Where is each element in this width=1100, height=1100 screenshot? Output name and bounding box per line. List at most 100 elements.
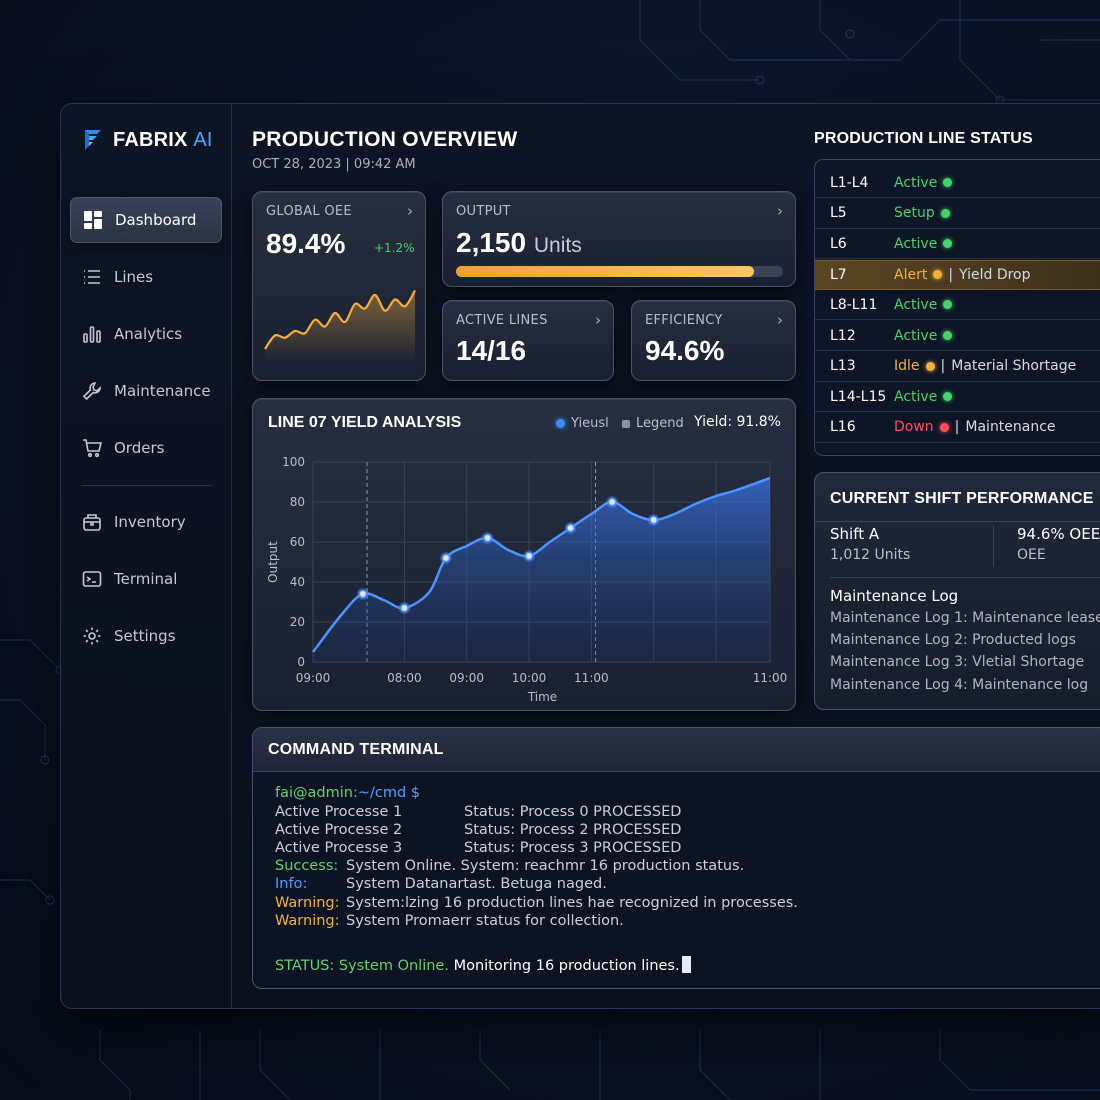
sidebar-item-lines[interactable]: Lines xyxy=(70,254,222,300)
status-row[interactable]: L6 Active xyxy=(815,229,1100,260)
chevron-right-icon[interactable]: › xyxy=(777,311,783,329)
list-icon xyxy=(84,270,100,284)
status-dot-icon xyxy=(940,208,950,218)
status-row[interactable]: L8-L11 Active xyxy=(815,290,1100,321)
terminal-prompt: fai@admin:~/cmd $ xyxy=(275,785,421,801)
page-title: PRODUCTION OVERVIEW xyxy=(252,128,518,151)
cart-icon xyxy=(83,439,102,458)
terminal-log-tag: Success: xyxy=(275,858,339,874)
maintenance-log-item[interactable]: Maintenance Log 2: Producted logs xyxy=(830,632,1076,648)
line-id: L16 xyxy=(830,419,856,436)
terminal-icon xyxy=(82,571,102,587)
y-axis-label: Output xyxy=(266,541,280,583)
terminal-process-status: Status: Process 3 PROCESSED xyxy=(464,840,682,856)
data-point xyxy=(441,553,451,563)
data-point xyxy=(524,551,534,561)
shift-oee-label: OEE xyxy=(1017,547,1046,563)
status-dot-icon xyxy=(943,331,953,340)
y-tick-label: 40 xyxy=(290,575,305,589)
status-dot-icon xyxy=(943,178,953,187)
page-datetime: OCT 28, 2023 | 09:42 AM xyxy=(252,157,416,172)
y-tick-label: 100 xyxy=(282,455,305,469)
x-tick-label: 10:00 xyxy=(512,671,547,685)
terminal-log-tag: Warning: xyxy=(275,895,340,911)
data-point xyxy=(483,533,492,543)
wrench-icon xyxy=(82,382,101,401)
bar-chart-icon xyxy=(83,326,101,343)
state-label: Active xyxy=(894,174,938,191)
kpi-label: GLOBAL OEE xyxy=(266,204,352,219)
line-state: Down | Maintenance xyxy=(894,419,1056,435)
state-label: Idle xyxy=(894,358,920,375)
fabrix-logo-icon xyxy=(85,130,101,150)
brand[interactable]: FABRIX AI xyxy=(81,126,213,154)
kpi-label: EFFICIENCY xyxy=(645,313,723,328)
status-title: PRODUCTION LINE STATUS xyxy=(814,130,1033,147)
shift-name: Shift A xyxy=(830,525,880,543)
maintenance-log-item[interactable]: Maintenance Log 4: Maintenance log xyxy=(830,677,1088,693)
sidebar-item-orders[interactable]: Orders xyxy=(70,425,222,471)
sidebar-item-inventory[interactable]: Inventory xyxy=(70,499,222,545)
divider xyxy=(830,577,1100,578)
divider xyxy=(815,521,1100,522)
oee-sparkline xyxy=(264,289,416,362)
status-row[interactable]: L5 Setup xyxy=(815,199,1100,229)
line-state: Active xyxy=(894,388,953,405)
status-row[interactable]: L14-L15 Active xyxy=(815,382,1100,413)
x-tick-label: 08:00 xyxy=(387,671,422,685)
sidebar-item-dashboard[interactable]: Dashboard xyxy=(70,197,222,243)
kpi-card-output[interactable]: OUTPUT › 2,150 Units xyxy=(442,191,796,287)
line-id: L13 xyxy=(830,358,856,375)
gear-icon xyxy=(83,627,101,645)
data-point xyxy=(358,589,368,599)
shift-units: 1,012 Units xyxy=(830,547,911,563)
y-tick-label: 0 xyxy=(297,655,305,669)
x-tick-label: 09:00 xyxy=(449,671,484,685)
line-id: L6 xyxy=(830,235,847,252)
sidebar-item-label: Inventory xyxy=(114,513,186,531)
sidebar-divider xyxy=(81,485,212,486)
line-state: Idle | Material Shortage xyxy=(894,358,1076,374)
status-row[interactable]: L16 Down | Maintenance xyxy=(815,413,1100,443)
maintenance-log-item[interactable]: Maintenance Log 3: Vletial Shortage xyxy=(830,654,1084,670)
sidebar-item-maintenance[interactable]: Maintenance xyxy=(70,368,222,414)
kpi-card-active-lines[interactable]: ACTIVE LINES › 14/16 xyxy=(442,300,614,381)
line-id: L5 xyxy=(830,205,847,222)
terminal-status-line: STATUS: System Online. Monitoring 16 pro… xyxy=(275,956,691,974)
kpi-card-efficiency[interactable]: EFFICIENCY › 94.6% xyxy=(631,300,796,381)
shift-title: CURRENT SHIFT PERFORMANCE xyxy=(830,490,1094,507)
terminal-process-name: Active Processe 3 xyxy=(275,840,403,856)
sidebar-item-label: Orders xyxy=(114,439,165,457)
sidebar-item-label: Analytics xyxy=(114,325,183,343)
kpi-delta: +1.2% xyxy=(374,241,415,255)
state-label: Active xyxy=(894,388,938,405)
x-axis-label: Time xyxy=(527,690,557,704)
separator: | xyxy=(948,266,954,283)
command-terminal[interactable]: COMMAND TERMINAL fai@admin:~/cmd $ Activ… xyxy=(252,727,1100,989)
brand-name: FABRIX AI xyxy=(113,128,213,151)
chevron-right-icon[interactable]: › xyxy=(777,202,783,220)
status-row[interactable]: L13 Idle | Material Shortage xyxy=(815,352,1100,382)
maintenance-log-item[interactable]: Maintenance Log 1: Maintenance lease xyxy=(830,610,1100,626)
chevron-right-icon[interactable]: › xyxy=(407,202,413,220)
y-tick-label: 20 xyxy=(290,615,305,629)
terminal-log-message: System Promaerr status for collection. xyxy=(346,913,624,929)
sidebar-item-analytics[interactable]: Analytics xyxy=(70,311,222,357)
state-label: Active xyxy=(894,296,938,313)
status-row[interactable]: L7 Alert | Yield Drop xyxy=(815,259,1100,290)
kpi-label: ACTIVE LINES xyxy=(456,313,548,328)
status-row[interactable]: L12 Active xyxy=(815,321,1100,351)
status-dot-icon xyxy=(939,422,949,432)
x-tick-label: 09:00 xyxy=(296,671,331,685)
line-id: L12 xyxy=(830,327,856,344)
chevron-right-icon[interactable]: › xyxy=(595,311,601,329)
status-dot-icon xyxy=(933,270,943,280)
sidebar-item-terminal[interactable]: Terminal xyxy=(70,556,222,602)
kpi-card-global-oee[interactable]: GLOBAL OEE › 89.4% +1.2% xyxy=(252,191,426,381)
sidebar-item-settings[interactable]: Settings xyxy=(70,613,222,659)
terminal-title: COMMAND TERMINAL xyxy=(268,741,444,758)
box-icon xyxy=(83,514,101,531)
maintenance-log-title: Maintenance Log xyxy=(830,587,959,605)
status-row[interactable]: L1-L4 Active xyxy=(815,168,1100,198)
terminal-process-status: Status: Process 0 PROCESSED xyxy=(464,804,682,820)
